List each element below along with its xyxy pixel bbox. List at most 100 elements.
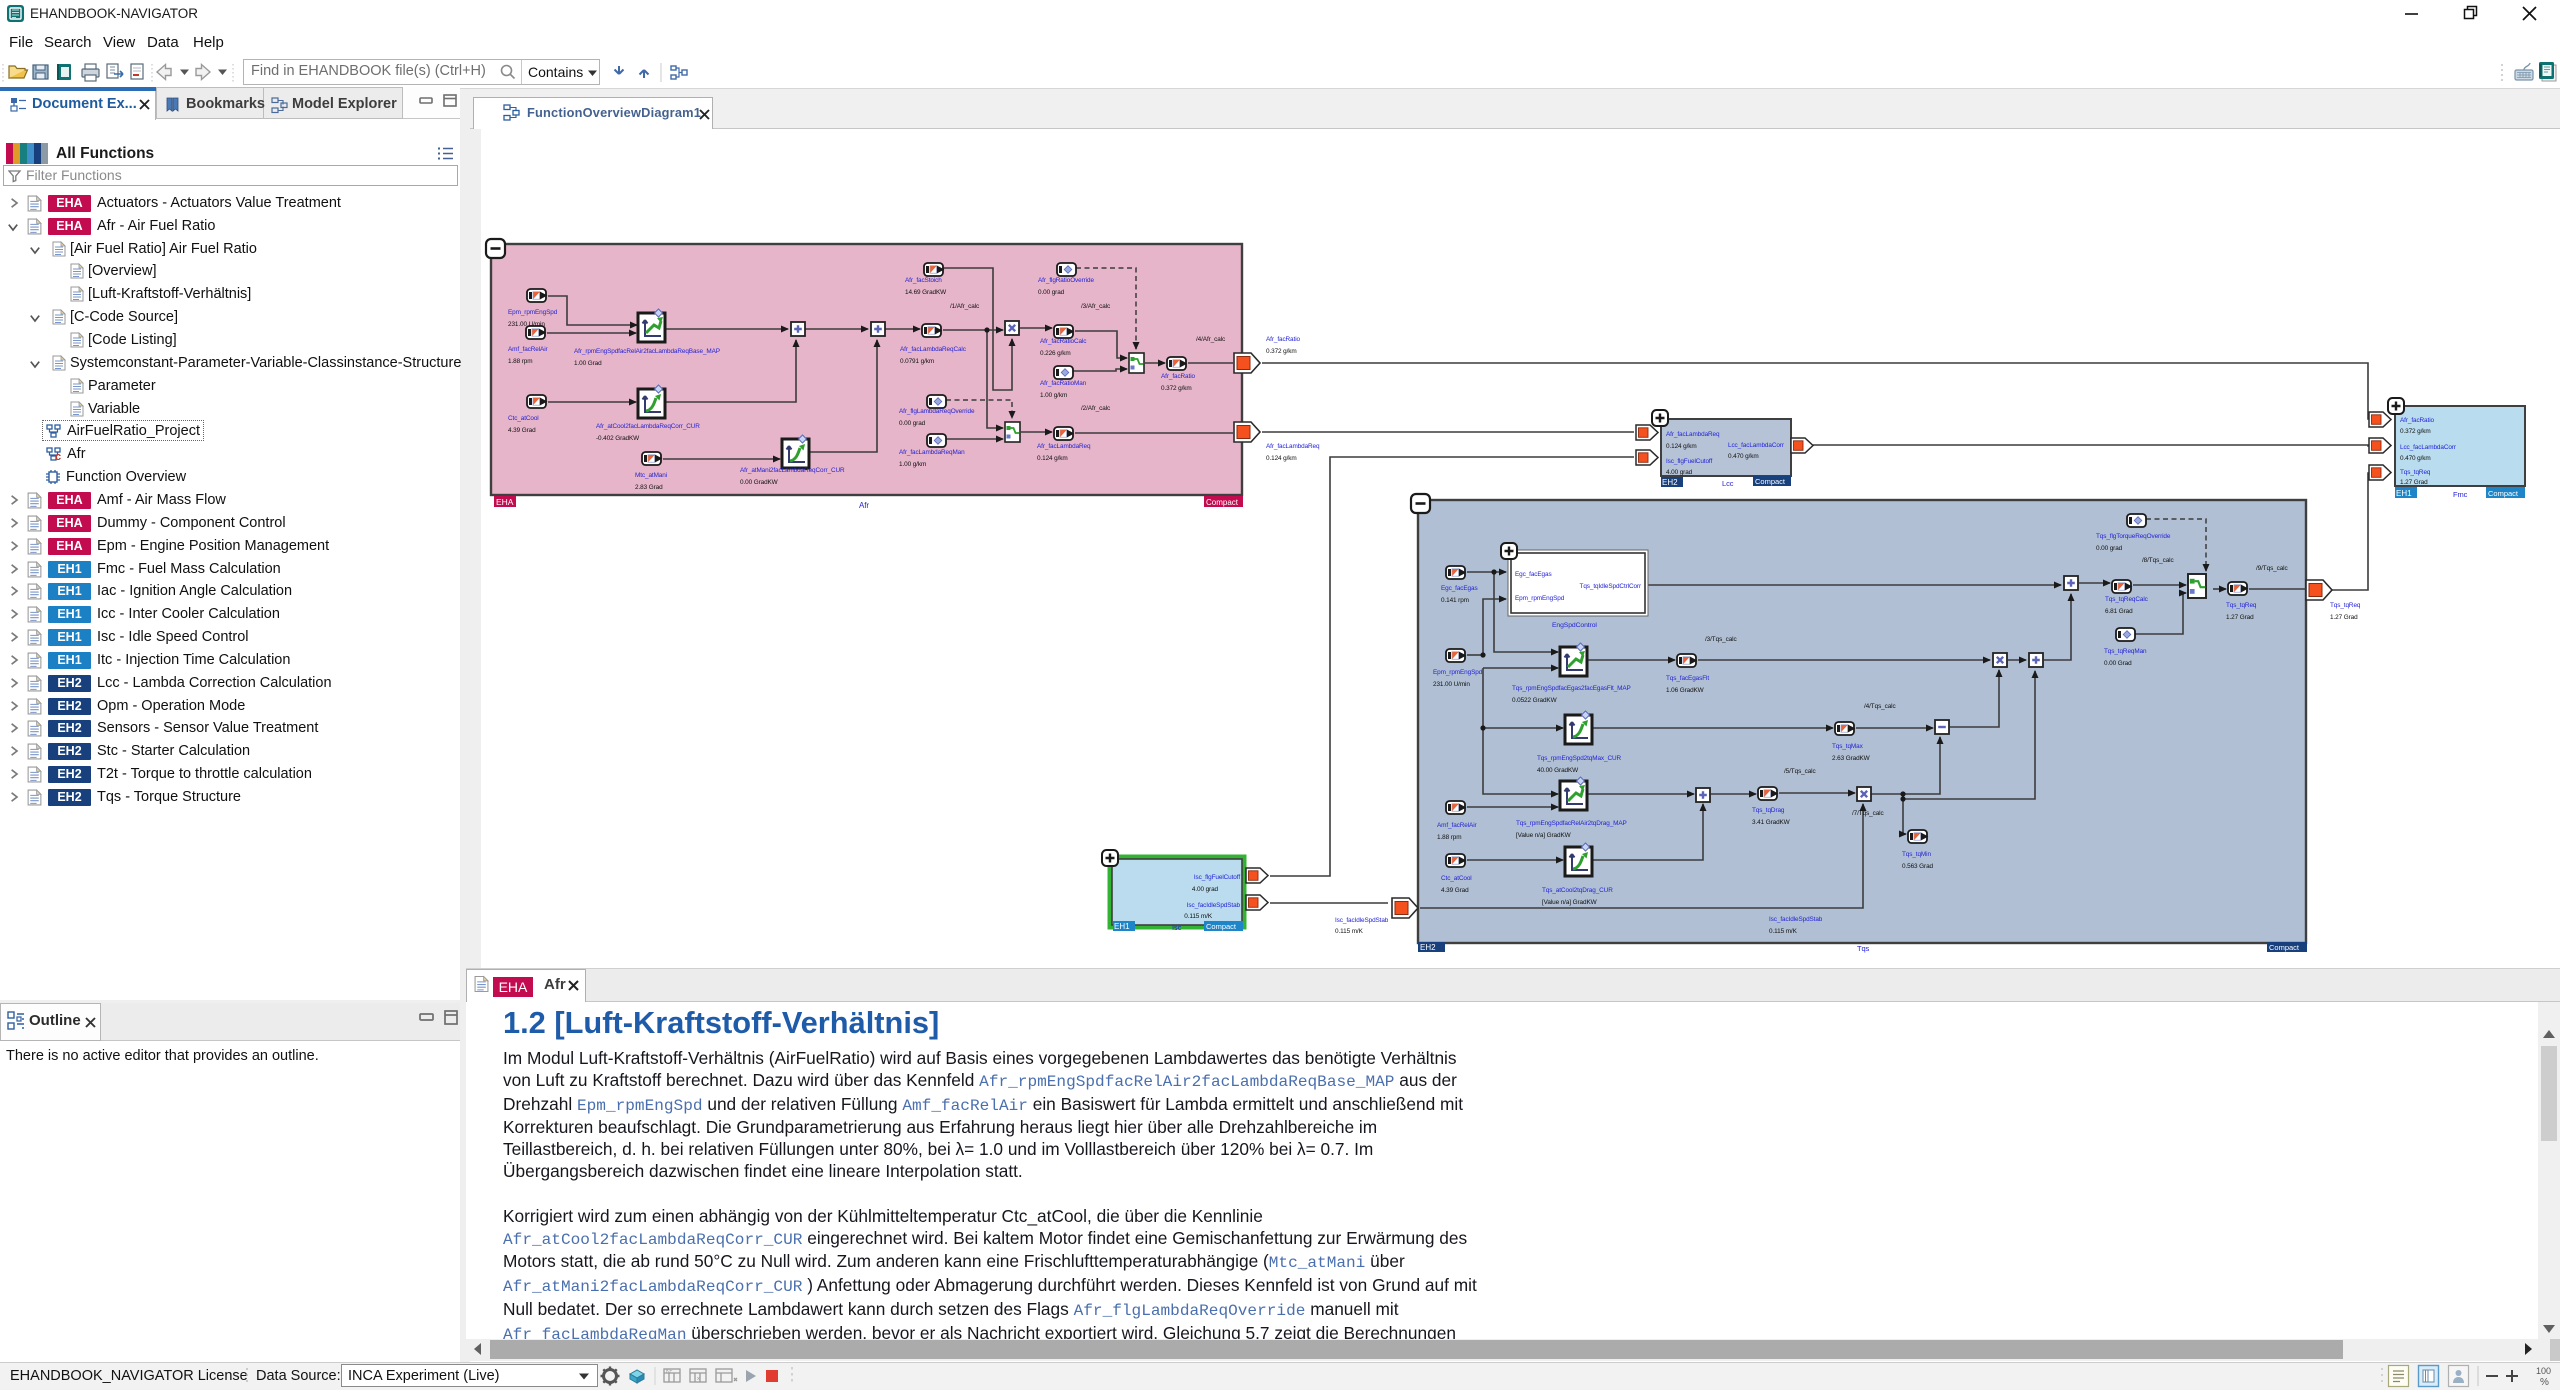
svg-text:4.00 grad: 4.00 grad bbox=[1666, 469, 1693, 476]
svg-text:Egc_facEgas: Egc_facEgas bbox=[1515, 571, 1552, 578]
svg-text:1.00 g/km: 1.00 g/km bbox=[1040, 392, 1067, 399]
svg-text:0.563 Grad: 0.563 Grad bbox=[1902, 863, 1934, 870]
svg-text:Afr_facStoich: Afr_facStoich bbox=[905, 277, 942, 284]
svg-text:Epm_rpmEngSpd: Epm_rpmEngSpd bbox=[508, 309, 558, 316]
svg-text:0.00 grad: 0.00 grad bbox=[1038, 289, 1065, 296]
svg-text:Afr_facLambdaReqCalc: Afr_facLambdaReqCalc bbox=[900, 346, 967, 353]
svg-text:0.372 g/km: 0.372 g/km bbox=[1161, 385, 1192, 392]
svg-text:0.470 g/km: 0.470 g/km bbox=[1728, 453, 1759, 460]
svg-text:Epm_rpmEngSpd: Epm_rpmEngSpd bbox=[1515, 595, 1565, 602]
svg-text:0.372 g/km: 0.372 g/km bbox=[1266, 348, 1297, 355]
svg-text:1.88 rpm: 1.88 rpm bbox=[1437, 834, 1461, 841]
svg-text:Afr_facLambdaReq: Afr_facLambdaReq bbox=[1266, 443, 1320, 450]
svg-text:Afr_facRatio: Afr_facRatio bbox=[1266, 336, 1301, 343]
svg-text:0.124 g/km: 0.124 g/km bbox=[1266, 455, 1297, 462]
svg-text:Tqs_tqDrag: Tqs_tqDrag bbox=[1752, 807, 1785, 814]
svg-text:Afr_facLambdaReq: Afr_facLambdaReq bbox=[1666, 431, 1720, 438]
svg-text:[Value n/a] GradKW: [Value n/a] GradKW bbox=[1516, 832, 1572, 839]
svg-text:0.0522 GradKW: 0.0522 GradKW bbox=[1512, 697, 1558, 704]
svg-text:40.00 GradKW: 40.00 GradKW bbox=[1537, 767, 1579, 774]
svg-text:0.00 grad: 0.00 grad bbox=[2096, 545, 2123, 552]
svg-text:231.00 U/min: 231.00 U/min bbox=[508, 321, 545, 328]
svg-text:Isc: Isc bbox=[1172, 923, 1182, 932]
svg-text:Tqs_tqReq: Tqs_tqReq bbox=[2330, 602, 2361, 609]
svg-text:Epm_rpmEngSpd: Epm_rpmEngSpd bbox=[1433, 669, 1483, 676]
svg-text:0.00 Grad: 0.00 Grad bbox=[2104, 660, 2132, 667]
svg-text:Tqs: Tqs bbox=[1857, 944, 1870, 953]
svg-text:/3/Tqs_calc: /3/Tqs_calc bbox=[1705, 636, 1737, 643]
svg-text:Tqs_flgTorqueReqOverride: Tqs_flgTorqueReqOverride bbox=[2096, 533, 2171, 540]
svg-text:Compact: Compact bbox=[1206, 498, 1239, 507]
svg-text:1.00 g/km: 1.00 g/km bbox=[899, 461, 926, 468]
svg-text:Tqs_tqMax: Tqs_tqMax bbox=[1832, 743, 1864, 750]
svg-text:Afr_rpmEngSpdfacRelAir2facLamb: Afr_rpmEngSpdfacRelAir2facLambdaReqBase_… bbox=[574, 348, 720, 355]
svg-text:EngSpdControl: EngSpdControl bbox=[1552, 622, 1597, 629]
svg-text:Isc_facIdleSpdStab: Isc_facIdleSpdStab bbox=[1769, 916, 1823, 923]
svg-text:Tqs_rpmEngSpd2tqMax_CUR: Tqs_rpmEngSpd2tqMax_CUR bbox=[1537, 755, 1621, 762]
svg-text:Afr_facRatioMan: Afr_facRatioMan bbox=[1040, 380, 1087, 387]
svg-text:Compact: Compact bbox=[2488, 489, 2519, 498]
svg-text:231.00 U/min: 231.00 U/min bbox=[1433, 681, 1470, 688]
svg-text:Tqs_tqIdleSpdCtrlCorr: Tqs_tqIdleSpdCtrlCorr bbox=[1580, 583, 1642, 590]
svg-text:2.63 GradKW: 2.63 GradKW bbox=[1832, 755, 1871, 762]
svg-text:/7/Tqs_calc: /7/Tqs_calc bbox=[1852, 810, 1884, 817]
svg-text:Tqs_facEgasFlt: Tqs_facEgasFlt bbox=[1666, 675, 1709, 682]
svg-text:4.00 grad: 4.00 grad bbox=[1192, 886, 1219, 893]
svg-text:1.27 Grad: 1.27 Grad bbox=[2226, 614, 2254, 621]
svg-text:Afr_facLambdaReq: Afr_facLambdaReq bbox=[1037, 443, 1091, 450]
svg-text:Afr_facLambdaReqMan: Afr_facLambdaReqMan bbox=[899, 449, 965, 456]
svg-text:Ctc_atCool: Ctc_atCool bbox=[508, 415, 539, 422]
svg-text:Amf_facRelAir: Amf_facRelAir bbox=[508, 346, 549, 353]
svg-text:0.470 g/km: 0.470 g/km bbox=[2400, 455, 2431, 462]
svg-text:[Value n/a] GradKW: [Value n/a] GradKW bbox=[1542, 899, 1598, 906]
svg-text:0.00 grad: 0.00 grad bbox=[899, 420, 926, 427]
svg-text:EH2: EH2 bbox=[1662, 478, 1678, 487]
svg-text:%: % bbox=[2540, 1377, 2549, 1388]
svg-text:Tqs_tqMin: Tqs_tqMin bbox=[1902, 851, 1931, 858]
svg-text:Isc_flgFuelCutoff: Isc_flgFuelCutoff bbox=[1666, 458, 1712, 465]
svg-text:0.115 m/K: 0.115 m/K bbox=[1335, 928, 1364, 935]
svg-text:Tqs_tqReq: Tqs_tqReq bbox=[2400, 469, 2431, 476]
svg-text:Ctc_atCool: Ctc_atCool bbox=[1441, 875, 1472, 882]
svg-text:Mtc_atMani: Mtc_atMani bbox=[635, 472, 667, 479]
svg-text:Isc_facIdleSpdStab: Isc_facIdleSpdStab bbox=[1187, 902, 1241, 909]
svg-text:0.115 m/K: 0.115 m/K bbox=[1769, 928, 1798, 935]
svg-text:Tqs_tqReq: Tqs_tqReq bbox=[2226, 602, 2257, 609]
svg-text:/2/Afr_calc: /2/Afr_calc bbox=[1081, 405, 1111, 412]
svg-text:-0.402 GradKW: -0.402 GradKW bbox=[596, 435, 640, 442]
svg-text:Afr_facRatio: Afr_facRatio bbox=[1161, 373, 1196, 380]
svg-text:1.27 Grad: 1.27 Grad bbox=[2400, 479, 2428, 486]
svg-text:Lcc_facLambdaCorr: Lcc_facLambdaCorr bbox=[1728, 442, 1785, 449]
svg-text:/9/Tqs_calc: /9/Tqs_calc bbox=[2256, 565, 2288, 572]
svg-text:1.06 GradKW: 1.06 GradKW bbox=[1666, 687, 1705, 694]
svg-text:14.69 GradKW: 14.69 GradKW bbox=[905, 289, 947, 296]
svg-text:Afr_atCool2facLambdaReqCorr_CU: Afr_atCool2facLambdaReqCorr_CUR bbox=[596, 423, 700, 430]
svg-text:0.0791 g/km: 0.0791 g/km bbox=[900, 358, 934, 365]
svg-text:EH1: EH1 bbox=[2396, 489, 2412, 498]
svg-text:x: x bbox=[697, 1376, 700, 1382]
svg-text:0.141 rpm: 0.141 rpm bbox=[1441, 597, 1469, 604]
svg-text:EH2: EH2 bbox=[1420, 943, 1436, 952]
svg-text:EH1: EH1 bbox=[1114, 922, 1130, 931]
svg-text:Amf_facRelAir: Amf_facRelAir bbox=[1437, 822, 1478, 829]
svg-text:Afr_flgLambdaReqOverride: Afr_flgLambdaReqOverride bbox=[899, 408, 975, 415]
svg-text:4.39 Grad: 4.39 Grad bbox=[1441, 887, 1469, 894]
svg-text:0.00 GradKW: 0.00 GradKW bbox=[740, 479, 779, 486]
svg-text:0.226 g/km: 0.226 g/km bbox=[1040, 350, 1071, 357]
svg-text:/4/Tqs_calc: /4/Tqs_calc bbox=[1864, 703, 1896, 710]
svg-text:/1/Afr_calc: /1/Afr_calc bbox=[950, 303, 980, 310]
svg-text:/8/Tqs_calc: /8/Tqs_calc bbox=[2142, 557, 2174, 564]
svg-text:EHA: EHA bbox=[496, 497, 514, 507]
svg-text:Compact: Compact bbox=[2269, 943, 2300, 952]
svg-text:6.81 Grad: 6.81 Grad bbox=[2105, 608, 2133, 615]
svg-text:0.372 g/km: 0.372 g/km bbox=[2400, 428, 2431, 435]
svg-text:Compact: Compact bbox=[1206, 922, 1237, 931]
svg-text:2.83 Grad: 2.83 Grad bbox=[635, 484, 663, 491]
svg-text:Lcc: Lcc bbox=[1722, 479, 1734, 488]
svg-text:0.115 m/K: 0.115 m/K bbox=[1184, 913, 1213, 920]
svg-text:/3/Afr_calc: /3/Afr_calc bbox=[1081, 303, 1111, 310]
svg-text:0.124 g/km: 0.124 g/km bbox=[1037, 455, 1068, 462]
svg-text:1.27 Grad: 1.27 Grad bbox=[2330, 614, 2358, 621]
svg-text:100: 100 bbox=[2536, 1366, 2551, 1376]
svg-text:Afr_atMani2facLambdaReqCorr_CU: Afr_atMani2facLambdaReqCorr_CUR bbox=[740, 467, 845, 474]
